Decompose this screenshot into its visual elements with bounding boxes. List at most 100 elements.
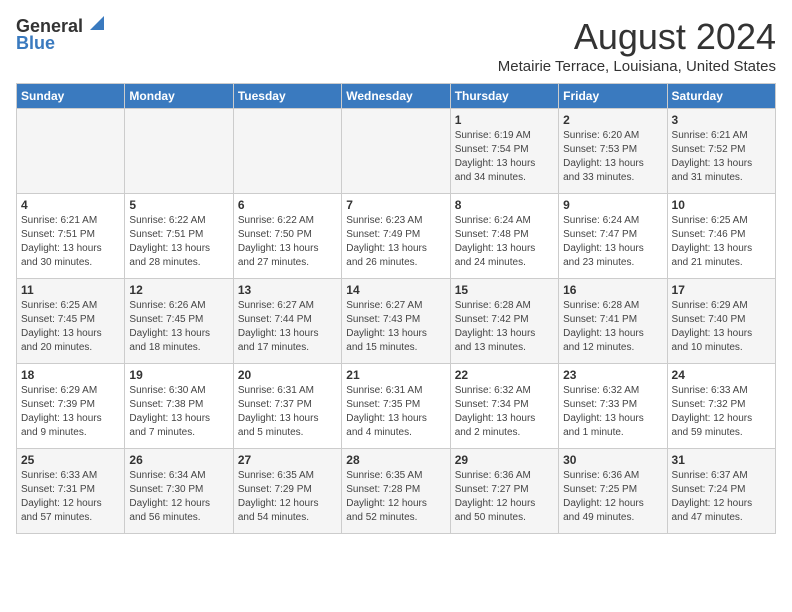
cell-content: Sunrise: 6:25 AM Sunset: 7:46 PM Dayligh…	[672, 214, 771, 270]
cell-content: Sunrise: 6:19 AM Sunset: 7:54 PM Dayligh…	[455, 129, 554, 185]
title-section: August 2024 Metairie Terrace, Louisiana,…	[498, 16, 776, 75]
calendar-header-row: SundayMondayTuesdayWednesdayThursdayFrid…	[17, 84, 776, 109]
cell-content: Sunrise: 6:21 AM Sunset: 7:51 PM Dayligh…	[21, 214, 120, 270]
calendar-cell: 26 Sunrise: 6:34 AM Sunset: 7:30 PM Dayli…	[125, 449, 233, 534]
day-number: 3	[672, 113, 771, 127]
calendar-cell: 2 Sunrise: 6:20 AM Sunset: 7:53 PM Daylig…	[559, 109, 667, 194]
calendar-cell	[125, 109, 233, 194]
day-number: 28	[346, 453, 445, 467]
calendar-cell: 25 Sunrise: 6:33 AM Sunset: 7:31 PM Dayli…	[17, 449, 125, 534]
day-number: 25	[21, 453, 120, 467]
calendar-cell: 16 Sunrise: 6:28 AM Sunset: 7:41 PM Dayli…	[559, 279, 667, 364]
day-number: 6	[238, 198, 337, 212]
day-number: 4	[21, 198, 120, 212]
day-number: 31	[672, 453, 771, 467]
day-number: 15	[455, 283, 554, 297]
calendar-cell: 4 Sunrise: 6:21 AM Sunset: 7:51 PM Daylig…	[17, 194, 125, 279]
day-number: 17	[672, 283, 771, 297]
cell-content: Sunrise: 6:29 AM Sunset: 7:39 PM Dayligh…	[21, 384, 120, 440]
day-number: 30	[563, 453, 662, 467]
calendar-week-row: 11 Sunrise: 6:25 AM Sunset: 7:45 PM Dayli…	[17, 279, 776, 364]
cell-content: Sunrise: 6:33 AM Sunset: 7:32 PM Dayligh…	[672, 384, 771, 440]
calendar-cell: 30 Sunrise: 6:36 AM Sunset: 7:25 PM Dayli…	[559, 449, 667, 534]
calendar-cell: 8 Sunrise: 6:24 AM Sunset: 7:48 PM Daylig…	[450, 194, 558, 279]
calendar-cell: 19 Sunrise: 6:30 AM Sunset: 7:38 PM Dayli…	[125, 364, 233, 449]
day-number: 24	[672, 368, 771, 382]
cell-content: Sunrise: 6:34 AM Sunset: 7:30 PM Dayligh…	[129, 469, 228, 525]
cell-content: Sunrise: 6:25 AM Sunset: 7:45 PM Dayligh…	[21, 299, 120, 355]
calendar-cell: 20Sunrise: 6:31 AM Sunset: 7:37 PM Dayli…	[233, 364, 341, 449]
day-number: 8	[455, 198, 554, 212]
calendar-cell: 5Sunrise: 6:22 AM Sunset: 7:51 PM Daylig…	[125, 194, 233, 279]
calendar-week-row: 4 Sunrise: 6:21 AM Sunset: 7:51 PM Daylig…	[17, 194, 776, 279]
day-number: 1	[455, 113, 554, 127]
calendar-cell: 23 Sunrise: 6:32 AM Sunset: 7:33 PM Dayli…	[559, 364, 667, 449]
page-header: General Blue August 2024 Metairie Terrac…	[16, 16, 776, 75]
calendar-cell: 9 Sunrise: 6:24 AM Sunset: 7:47 PM Daylig…	[559, 194, 667, 279]
day-number: 10	[672, 198, 771, 212]
cell-content: Sunrise: 6:36 AM Sunset: 7:27 PM Dayligh…	[455, 469, 554, 525]
cell-content: Sunrise: 6:37 AM Sunset: 7:24 PM Dayligh…	[672, 469, 771, 525]
calendar-cell: 1 Sunrise: 6:19 AM Sunset: 7:54 PM Daylig…	[450, 109, 558, 194]
cell-content: Sunrise: 6:36 AM Sunset: 7:25 PM Dayligh…	[563, 469, 662, 525]
cell-content: Sunrise: 6:21 AM Sunset: 7:52 PM Dayligh…	[672, 129, 771, 185]
calendar-cell	[233, 109, 341, 194]
day-number: 11	[21, 283, 120, 297]
cell-content: Sunrise: 6:24 AM Sunset: 7:48 PM Dayligh…	[455, 214, 554, 270]
calendar-cell: 18Sunrise: 6:29 AM Sunset: 7:39 PM Dayli…	[17, 364, 125, 449]
cell-content: Sunrise: 6:20 AM Sunset: 7:53 PM Dayligh…	[563, 129, 662, 185]
calendar-day-header: Saturday	[667, 84, 775, 109]
calendar-cell: 17Sunrise: 6:29 AM Sunset: 7:40 PM Dayli…	[667, 279, 775, 364]
calendar-cell: 27 Sunrise: 6:35 AM Sunset: 7:29 PM Dayli…	[233, 449, 341, 534]
day-number: 19	[129, 368, 228, 382]
cell-content: Sunrise: 6:33 AM Sunset: 7:31 PM Dayligh…	[21, 469, 120, 525]
day-number: 27	[238, 453, 337, 467]
day-number: 16	[563, 283, 662, 297]
cell-content: Sunrise: 6:22 AM Sunset: 7:50 PM Dayligh…	[238, 214, 337, 270]
logo-arrow-icon	[86, 16, 104, 35]
day-number: 29	[455, 453, 554, 467]
month-title: August 2024	[498, 16, 776, 58]
calendar-cell: 29 Sunrise: 6:36 AM Sunset: 7:27 PM Dayli…	[450, 449, 558, 534]
cell-content: Sunrise: 6:26 AM Sunset: 7:45 PM Dayligh…	[129, 299, 228, 355]
calendar-day-header: Friday	[559, 84, 667, 109]
calendar-cell: 7 Sunrise: 6:23 AM Sunset: 7:49 PM Daylig…	[342, 194, 450, 279]
calendar-cell: 15Sunrise: 6:28 AM Sunset: 7:42 PM Dayli…	[450, 279, 558, 364]
day-number: 22	[455, 368, 554, 382]
calendar-cell: 11 Sunrise: 6:25 AM Sunset: 7:45 PM Dayli…	[17, 279, 125, 364]
day-number: 13	[238, 283, 337, 297]
day-number: 12	[129, 283, 228, 297]
day-number: 9	[563, 198, 662, 212]
calendar-cell: 28Sunrise: 6:35 AM Sunset: 7:28 PM Dayli…	[342, 449, 450, 534]
calendar-week-row: 1 Sunrise: 6:19 AM Sunset: 7:54 PM Daylig…	[17, 109, 776, 194]
calendar-cell: 6 Sunrise: 6:22 AM Sunset: 7:50 PM Daylig…	[233, 194, 341, 279]
cell-content: Sunrise: 6:23 AM Sunset: 7:49 PM Dayligh…	[346, 214, 445, 270]
calendar-cell: 12 Sunrise: 6:26 AM Sunset: 7:45 PM Dayli…	[125, 279, 233, 364]
cell-content: Sunrise: 6:27 AM Sunset: 7:44 PM Dayligh…	[238, 299, 337, 355]
cell-content: Sunrise: 6:27 AM Sunset: 7:43 PM Dayligh…	[346, 299, 445, 355]
calendar-table: SundayMondayTuesdayWednesdayThursdayFrid…	[16, 83, 776, 534]
day-number: 2	[563, 113, 662, 127]
day-number: 14	[346, 283, 445, 297]
day-number: 7	[346, 198, 445, 212]
calendar-week-row: 18Sunrise: 6:29 AM Sunset: 7:39 PM Dayli…	[17, 364, 776, 449]
cell-content: Sunrise: 6:30 AM Sunset: 7:38 PM Dayligh…	[129, 384, 228, 440]
calendar-cell: 10 Sunrise: 6:25 AM Sunset: 7:46 PM Dayli…	[667, 194, 775, 279]
location-text: Metairie Terrace, Louisiana, United Stat…	[498, 58, 776, 75]
cell-content: Sunrise: 6:35 AM Sunset: 7:29 PM Dayligh…	[238, 469, 337, 525]
day-number: 26	[129, 453, 228, 467]
calendar-cell: 13 Sunrise: 6:27 AM Sunset: 7:44 PM Dayli…	[233, 279, 341, 364]
calendar-day-header: Wednesday	[342, 84, 450, 109]
day-number: 23	[563, 368, 662, 382]
day-number: 21	[346, 368, 445, 382]
calendar-cell: 22 Sunrise: 6:32 AM Sunset: 7:34 PM Dayli…	[450, 364, 558, 449]
cell-content: Sunrise: 6:31 AM Sunset: 7:37 PM Dayligh…	[238, 384, 337, 440]
calendar-cell: 24 Sunrise: 6:33 AM Sunset: 7:32 PM Dayli…	[667, 364, 775, 449]
cell-content: Sunrise: 6:32 AM Sunset: 7:33 PM Dayligh…	[563, 384, 662, 440]
cell-content: Sunrise: 6:28 AM Sunset: 7:41 PM Dayligh…	[563, 299, 662, 355]
calendar-cell: 14 Sunrise: 6:27 AM Sunset: 7:43 PM Dayli…	[342, 279, 450, 364]
cell-content: Sunrise: 6:32 AM Sunset: 7:34 PM Dayligh…	[455, 384, 554, 440]
cell-content: Sunrise: 6:24 AM Sunset: 7:47 PM Dayligh…	[563, 214, 662, 270]
calendar-cell: 21Sunrise: 6:31 AM Sunset: 7:35 PM Dayli…	[342, 364, 450, 449]
cell-content: Sunrise: 6:22 AM Sunset: 7:51 PM Dayligh…	[129, 214, 228, 270]
